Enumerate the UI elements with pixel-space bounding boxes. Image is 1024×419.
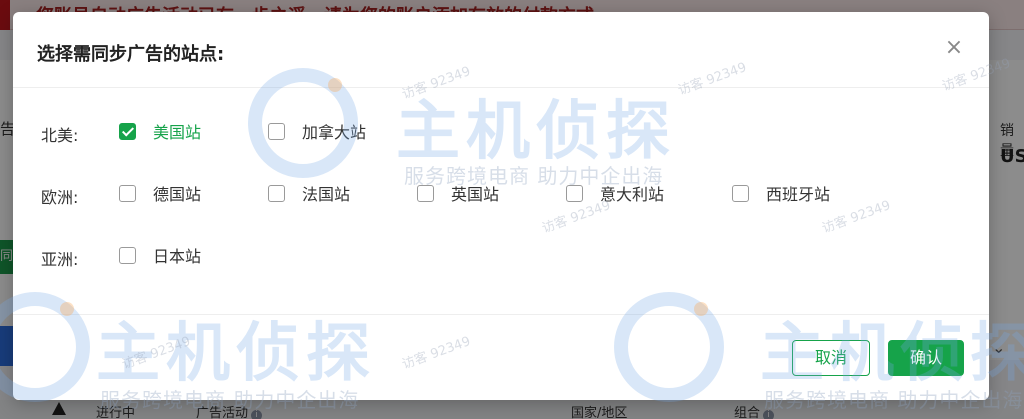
site-option-uk[interactable]: 英国站	[417, 181, 499, 205]
checkbox[interactable]	[268, 184, 285, 202]
region-row-north-america: 北美: 美国站 加拿大站	[13, 116, 989, 146]
checkbox[interactable]	[417, 184, 434, 202]
checkbox[interactable]	[268, 122, 285, 140]
checkbox[interactable]	[119, 184, 136, 202]
checkbox[interactable]	[119, 246, 136, 264]
site-option-jp[interactable]: 日本站	[119, 243, 201, 267]
site-option-label: 英国站	[451, 185, 500, 204]
site-option-label: 加拿大站	[302, 123, 367, 142]
region-row-europe: 欧洲: 德国站 法国站 英国站 意大利站 西班牙站	[13, 178, 989, 208]
site-sync-dialog: 选择需同步广告的站点: × 北美: 美国站 加拿大站 欧洲: 德国站 法国站 英…	[13, 12, 989, 400]
confirm-button[interactable]: 确认	[888, 340, 964, 376]
site-option-fr[interactable]: 法国站	[268, 181, 350, 205]
site-option-label: 西班牙站	[766, 185, 831, 204]
site-option-label: 美国站	[153, 123, 202, 142]
site-option-label: 意大利站	[600, 185, 665, 204]
site-option-label: 日本站	[153, 247, 202, 266]
region-label: 亚洲:	[41, 250, 79, 269]
site-option-it[interactable]: 意大利站	[566, 181, 664, 205]
check-icon[interactable]	[119, 122, 136, 140]
region-label: 欧洲:	[41, 188, 79, 207]
divider	[13, 87, 989, 88]
region-label: 北美:	[41, 126, 79, 145]
site-option-label: 德国站	[153, 185, 202, 204]
close-icon[interactable]: ×	[941, 36, 967, 62]
checkbox[interactable]	[732, 184, 749, 202]
dialog-title: 选择需同步广告的站点:	[37, 44, 225, 65]
site-option-label: 法国站	[302, 185, 351, 204]
site-option-ca[interactable]: 加拿大站	[268, 119, 366, 143]
site-option-es[interactable]: 西班牙站	[732, 181, 830, 205]
site-option-us[interactable]: 美国站	[119, 119, 201, 143]
checkbox[interactable]	[566, 184, 583, 202]
divider	[13, 314, 989, 315]
region-row-asia: 亚洲: 日本站	[13, 240, 989, 270]
cancel-button[interactable]: 取消	[792, 340, 870, 376]
site-option-de[interactable]: 德国站	[119, 181, 201, 205]
